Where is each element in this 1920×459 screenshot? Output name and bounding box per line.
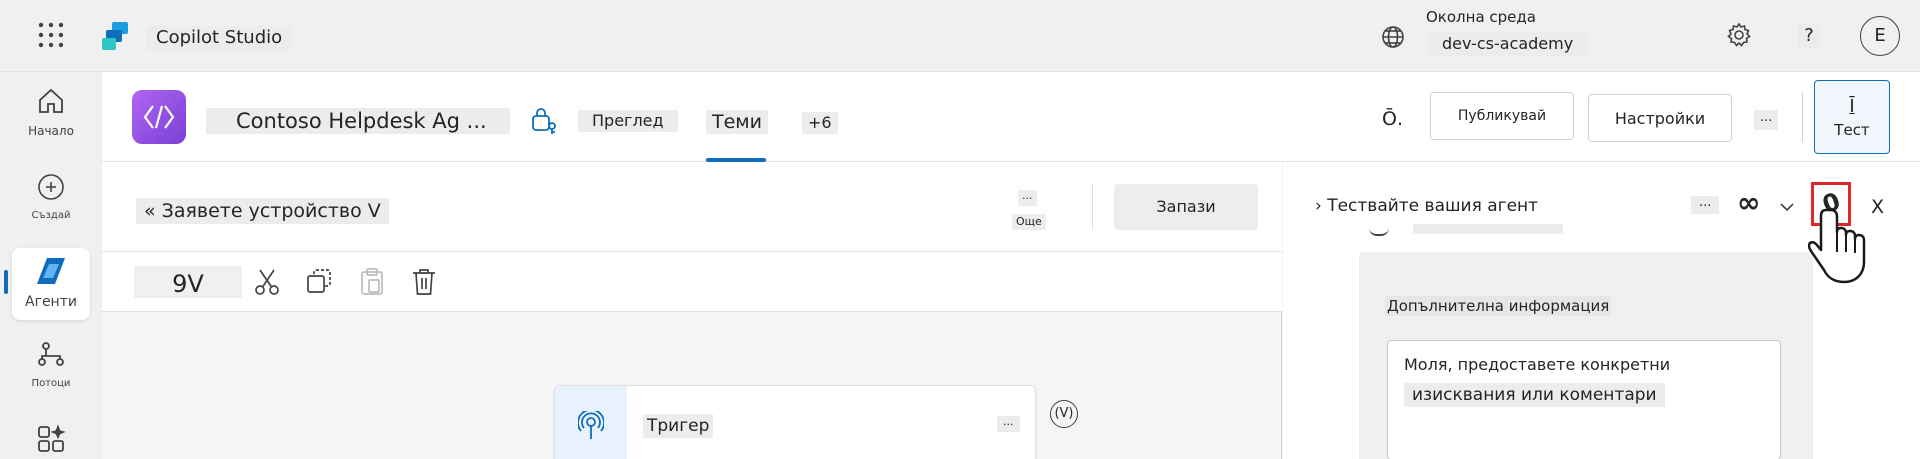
rail-item-create[interactable]: Създай <box>12 172 90 221</box>
save-button[interactable]: Запази <box>1114 184 1258 230</box>
input-text-line-2: изисквания или коментари <box>1404 383 1665 407</box>
top-bar: Copilot Studio Околна среда dev-cs-acade… <box>0 0 1920 72</box>
input-text-line-1: Моля, предоставете конкретни <box>1404 355 1671 374</box>
agent-avatar-icon <box>132 90 186 144</box>
tab-overview[interactable]: Преглед <box>578 110 678 132</box>
close-button[interactable]: X <box>1871 196 1884 218</box>
trigger-icon-area <box>555 386 627 459</box>
test-button[interactable]: Ī Тест <box>1814 80 1890 154</box>
rail-item-agents[interactable]: Агенти <box>12 248 90 320</box>
publish-button[interactable]: Публикувай <box>1430 92 1574 140</box>
agent-key-icon[interactable] <box>530 106 560 136</box>
additional-info-input[interactable]: Моля, предоставете конкретни изисквания … <box>1387 340 1781 459</box>
environment-selector[interactable]: dev-cs-academy <box>1428 32 1588 56</box>
variable-badge[interactable]: (V) <box>1050 400 1078 428</box>
settings-button[interactable]: Настройки <box>1588 94 1732 142</box>
rail-item-label: Потоци <box>31 378 71 389</box>
agent-name[interactable]: Contoso Helpdesk Ag ... <box>206 108 510 134</box>
editor-toolbar: 9V <box>102 252 1282 312</box>
hand-cursor-icon <box>1807 206 1870 286</box>
apps-icon <box>38 424 66 452</box>
agent-header: Contoso Helpdesk Ag ... Преглед Теми +6 … <box>102 72 1920 162</box>
avatar-initial: E <box>1874 25 1886 46</box>
trigger-more-button[interactable]: ... <box>997 416 1020 432</box>
copilot-studio-logo-icon <box>102 22 132 50</box>
plus-circle-icon <box>38 174 64 200</box>
environment-label: Околна среда <box>1426 8 1536 26</box>
gear-icon[interactable] <box>1726 22 1752 48</box>
topic-more-caption: Още <box>1012 214 1046 230</box>
rail-item-apps[interactable] <box>12 424 90 458</box>
test-glyph: Ī <box>1849 95 1855 117</box>
delete-icon[interactable] <box>412 268 436 296</box>
home-icon <box>39 88 63 113</box>
partial-option-text <box>1413 224 1563 234</box>
trigger-icon <box>578 411 604 439</box>
trigger-node[interactable]: Тригер ... <box>554 385 1036 459</box>
header-divider <box>1802 92 1803 142</box>
more-options-button[interactable]: ... <box>1754 110 1779 130</box>
topic-title[interactable]: « Заявете устройство V <box>136 198 389 224</box>
test-label: Тест <box>1834 120 1870 139</box>
zoom-indicator[interactable]: 9V <box>134 266 242 298</box>
rail-item-label: Начало <box>28 124 74 138</box>
partial-option-circle <box>1369 228 1389 236</box>
card-title: Допълнителна информация <box>1385 296 1612 316</box>
test-panel-more-button[interactable]: ... <box>1691 196 1720 214</box>
adaptive-card: Допълнителна информация Моля, предоставе… <box>1359 252 1813 459</box>
tab-more[interactable]: +6 <box>802 112 838 134</box>
chevron-down-icon[interactable] <box>1779 198 1795 212</box>
topic-more-button[interactable]: ... <box>1018 190 1037 206</box>
app-title[interactable]: Copilot Studio <box>146 26 293 50</box>
app-launcher-icon[interactable] <box>38 22 64 48</box>
rail-item-flows[interactable]: Потоци <box>12 340 90 389</box>
loop-icon[interactable]: ∞ <box>1737 186 1760 219</box>
trigger-label: Тригер <box>643 414 714 438</box>
help-button[interactable]: ? <box>1798 24 1820 48</box>
editor-header-divider <box>1092 184 1093 230</box>
globe-icon[interactable] <box>1380 24 1406 50</box>
rail-item-label: Създай <box>31 210 71 221</box>
copy-icon[interactable] <box>306 268 332 294</box>
test-panel-title: › Тествайте вашия агент <box>1315 196 1539 216</box>
rail-selected-indicator <box>4 270 8 294</box>
agents-icon <box>37 258 65 284</box>
topic-editor-header: « Заявете устройство V ... Още Запази <box>102 162 1282 252</box>
cut-icon[interactable] <box>254 268 280 296</box>
avatar[interactable]: E <box>1860 16 1900 56</box>
tab-topics[interactable]: Теми <box>706 110 768 134</box>
paste-icon <box>360 268 384 296</box>
flow-icon <box>38 342 64 366</box>
status-glyph[interactable]: Ō. <box>1382 108 1403 130</box>
rail-item-label: Агенти <box>25 294 77 310</box>
rail-item-home[interactable]: Начало <box>12 86 90 138</box>
left-rail: Начало Създай Агенти Потоци <box>0 72 102 459</box>
